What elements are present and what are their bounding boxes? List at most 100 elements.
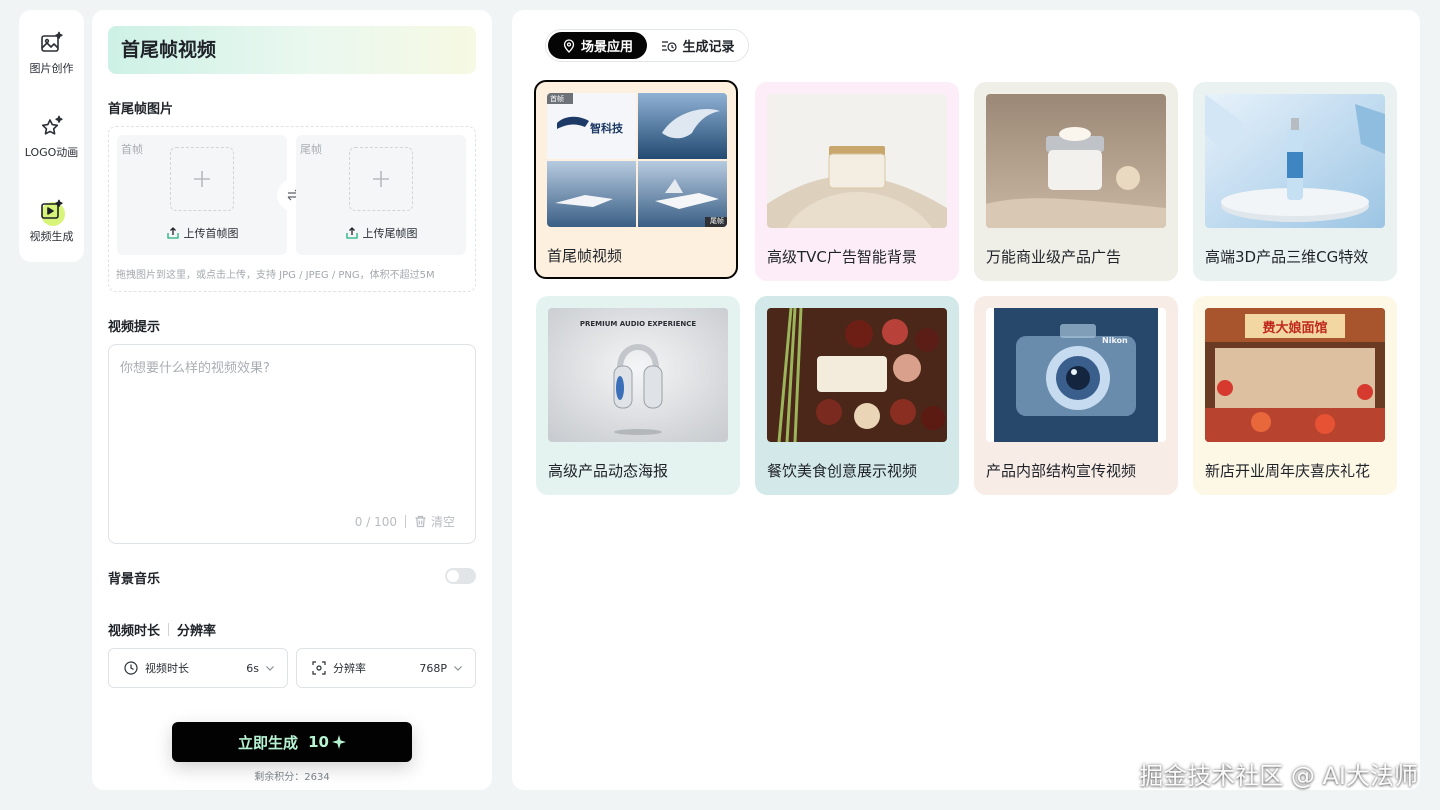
toggle-knob — [447, 570, 459, 582]
generate-cost-value: 10 — [308, 733, 329, 751]
image-sparkle-icon — [39, 30, 65, 56]
watermark: 掘金技术社区 @ AI大法师 — [1139, 762, 1418, 790]
card-label: 高端3D产品三维CG特效 — [1205, 248, 1369, 266]
duration-select[interactable]: 视频时长 6s — [108, 648, 288, 688]
last-frame-badge: 尾帧 — [710, 217, 724, 225]
resolution-scan-icon — [312, 661, 326, 675]
divider — [168, 623, 170, 636]
scene-card-tvc-background[interactable]: 高级TVC广告智能背景 — [755, 82, 959, 281]
card-thumbnail-text: 智科技 — [590, 122, 623, 135]
card-thumbnail — [986, 94, 1166, 228]
card-label: 产品内部结构宣传视频 — [986, 462, 1137, 480]
rail-item-label: LOGO动画 — [24, 146, 79, 159]
card-thumbnail — [767, 94, 947, 228]
history-list-icon — [662, 40, 678, 52]
clear-label: 清空 — [430, 515, 455, 529]
tab-history[interactable]: 生成记录 — [650, 32, 746, 59]
first-frame-upload-label: 上传首帧图 — [183, 227, 239, 240]
card-label: 万能商业级产品广告 — [986, 248, 1122, 266]
sparkle-icon — [331, 735, 346, 749]
plus-icon — [373, 171, 389, 187]
generate-label: 立即生成 — [238, 733, 299, 752]
generate-cost: 10 — [308, 733, 346, 751]
first-frame-upload-button[interactable]: 上传首帧图 — [117, 225, 287, 241]
upload-hint: 拖拽图片到这里，或点击上传，支持 JPG / JPEG / PNG，体积不超过5… — [116, 270, 435, 281]
tab-scene-apps[interactable]: 场景应用 — [548, 32, 647, 59]
frames-label: 首尾帧图片 — [108, 102, 174, 117]
tab-switcher: 场景应用 生成记录 — [545, 29, 749, 62]
card-label: 高级产品动态海报 — [548, 462, 669, 480]
resolution-select-value: 768P — [419, 661, 447, 675]
card-thumbnail-text: 费大娘面馆 — [1262, 321, 1328, 336]
card-thumbnail: PREMIUM AUDIO EXPERIENCE — [548, 308, 728, 442]
plus-icon — [194, 171, 210, 187]
scene-card-store-opening[interactable]: 费大娘面馆 新店开业周年庆喜庆礼花 — [1193, 296, 1397, 495]
video-sparkle-icon — [39, 198, 65, 226]
duration-header: 视频时长 — [108, 624, 161, 639]
last-frame-slot[interactable]: 尾帧 上传尾帧图 — [296, 135, 466, 255]
duration-resolution-header: 视频时长 分辨率 — [108, 620, 216, 639]
rail-item-image-creation[interactable]: 图片创作 — [19, 30, 84, 90]
last-frame-add-box[interactable] — [349, 147, 413, 211]
duration-select-value: 6s — [246, 661, 259, 675]
card-thumbnail-text: PREMIUM AUDIO EXPERIENCE — [579, 320, 697, 328]
trash-icon — [415, 515, 426, 528]
music-label: 背景音乐 — [108, 572, 161, 587]
tab-label: 生成记录 — [682, 40, 735, 55]
clock-icon — [124, 661, 138, 675]
resolution-select-label: 分辨率 — [333, 662, 366, 675]
prompt-input[interactable] — [120, 357, 460, 507]
scene-card-food-video[interactable]: 餐饮美食创意展示视频 — [755, 296, 959, 495]
resolution-header: 分辨率 — [177, 624, 217, 639]
card-thumbnail-text: Nikon — [1102, 336, 1128, 345]
frames-upload-zone[interactable]: 首帧 上传首帧图 尾帧 上传尾帧图 拖拽图片到这里，或点击上传，支持 JPG /… — [108, 126, 476, 292]
last-frame-upload-button[interactable]: 上传尾帧图 — [296, 225, 466, 241]
card-label: 首尾帧视频 — [547, 247, 623, 265]
upload-icon — [166, 227, 179, 239]
prompt-label: 视频提示 — [108, 320, 161, 335]
generate-button[interactable]: 立即生成 10 — [172, 722, 412, 762]
first-frame-tag: 首帧 — [121, 143, 143, 156]
panel-title: 首尾帧视频 — [108, 26, 476, 74]
music-toggle[interactable] — [445, 568, 476, 584]
left-rail: 图片创作 LOGO动画 视频生成 — [19, 10, 84, 262]
resolution-select[interactable]: 分辨率 768P — [296, 648, 476, 688]
first-frame-add-box[interactable] — [170, 147, 234, 211]
duration-select-label: 视频时长 — [145, 662, 189, 675]
first-frame-slot[interactable]: 首帧 上传首帧图 — [117, 135, 287, 255]
last-frame-tag: 尾帧 — [300, 143, 322, 156]
prompt-footer: 0 / 100 清空 — [355, 513, 455, 530]
chevron-down-icon — [454, 666, 462, 671]
card-thumbnail: 费大娘面馆 — [1205, 308, 1385, 442]
star-sparkle-icon — [39, 114, 65, 140]
rail-item-video-generation[interactable]: 视频生成 — [19, 198, 84, 258]
first-frame-badge: 首帧 — [550, 95, 564, 103]
location-pin-icon — [563, 38, 575, 53]
rail-item-logo-animation[interactable]: LOGO动画 — [19, 114, 84, 174]
credits-balance: 剩余积分：2634 — [254, 772, 330, 783]
prompt-box: 0 / 100 清空 — [108, 344, 476, 544]
scene-card-commercial-ad[interactable]: 万能商业级产品广告 — [974, 82, 1178, 281]
scene-gallery: 场景应用 生成记录 智科技 首帧 尾帧 首尾帧视频 高级TVC广告智能背景 万能… — [512, 10, 1420, 790]
scene-card-internal-structure[interactable]: Nikon 产品内部结构宣传视频 — [974, 296, 1178, 495]
prompt-counter: 0 / 100 — [354, 514, 397, 529]
chevron-down-icon — [266, 666, 274, 671]
form-panel: 首尾帧视频 首尾帧图片 首帧 上传首帧图 尾帧 上传尾帧图 拖拽图片到这里，或点… — [92, 10, 492, 790]
card-thumbnail — [1205, 94, 1385, 228]
rail-item-label: 视频生成 — [29, 230, 74, 243]
tab-label: 场景应用 — [580, 40, 633, 55]
scene-card-3d-cg[interactable]: 高端3D产品三维CG特效 — [1193, 82, 1397, 281]
card-thumbnail: Nikon — [986, 308, 1166, 442]
card-label: 高级TVC广告智能背景 — [767, 248, 917, 266]
divider — [404, 515, 406, 528]
upload-icon — [345, 227, 358, 239]
card-thumbnail — [767, 308, 947, 442]
clear-prompt-button[interactable]: 清空 — [414, 513, 455, 530]
rail-item-label: 图片创作 — [29, 62, 74, 75]
card-label: 餐饮美食创意展示视频 — [767, 462, 918, 480]
card-thumbnail: 智科技 首帧 尾帧 — [547, 93, 727, 227]
scene-card-first-last-frame[interactable]: 智科技 首帧 尾帧 首尾帧视频 — [534, 80, 738, 279]
card-label: 新店开业周年庆喜庆礼花 — [1205, 462, 1371, 480]
scene-card-dynamic-poster[interactable]: PREMIUM AUDIO EXPERIENCE 高级产品动态海报 — [536, 296, 740, 495]
last-frame-upload-label: 上传尾帧图 — [362, 227, 418, 240]
